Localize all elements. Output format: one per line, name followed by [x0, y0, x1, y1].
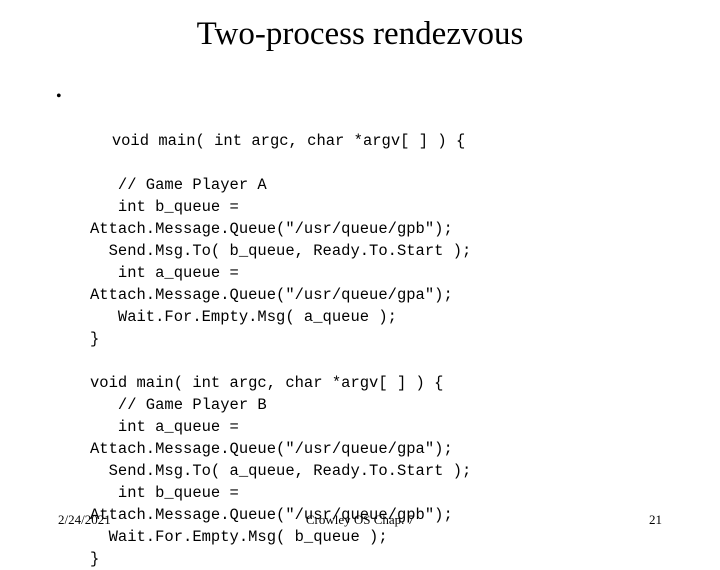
- code-line: void main( int argc, char *argv[ ] ) {: [90, 374, 444, 392]
- code-line: int b_queue =: [90, 198, 239, 216]
- code-line: Attach.Message.Queue("/usr/queue/gpb");: [90, 220, 453, 238]
- footer-center-text: Crowley OS Chap. 7: [305, 512, 415, 527]
- footer-page-number: 21: [649, 512, 662, 527]
- slide-footer: 2/24/2021 Crowley OS Chap. 7 21: [0, 512, 720, 532]
- bullet-marker: •: [56, 88, 62, 105]
- page-title: Two-process rendezvous: [196, 16, 524, 52]
- bullet-first-line: • void main( int argc, char *argv[ ] ) {: [56, 86, 676, 174]
- code-line: int a_queue =: [90, 418, 239, 436]
- code-line: Send.Msg.To( b_queue, Ready.To.Start );: [90, 242, 472, 260]
- code-line: void main( int argc, char *argv[ ] ) {: [111, 132, 466, 150]
- code-line: }: [90, 330, 100, 348]
- code-line: Attach.Message.Queue("/usr/queue/gpa");: [90, 286, 453, 304]
- code-line: int b_queue =: [90, 484, 239, 502]
- code-line: Attach.Message.Queue("/usr/queue/gpa");: [90, 440, 453, 458]
- code-line: // Game Player A: [90, 176, 267, 194]
- slide-body: • void main( int argc, char *argv[ ] ) {…: [56, 86, 676, 570]
- code-line: // Game Player B: [90, 396, 267, 414]
- code-line: int a_queue =: [90, 264, 239, 282]
- code-line: Wait.For.Empty.Msg( a_queue );: [90, 308, 397, 326]
- code-line: }: [90, 550, 100, 568]
- slide: Two-process rendezvous • void main( int …: [0, 0, 720, 568]
- code-line: Send.Msg.To( a_queue, Ready.To.Start );: [90, 462, 472, 480]
